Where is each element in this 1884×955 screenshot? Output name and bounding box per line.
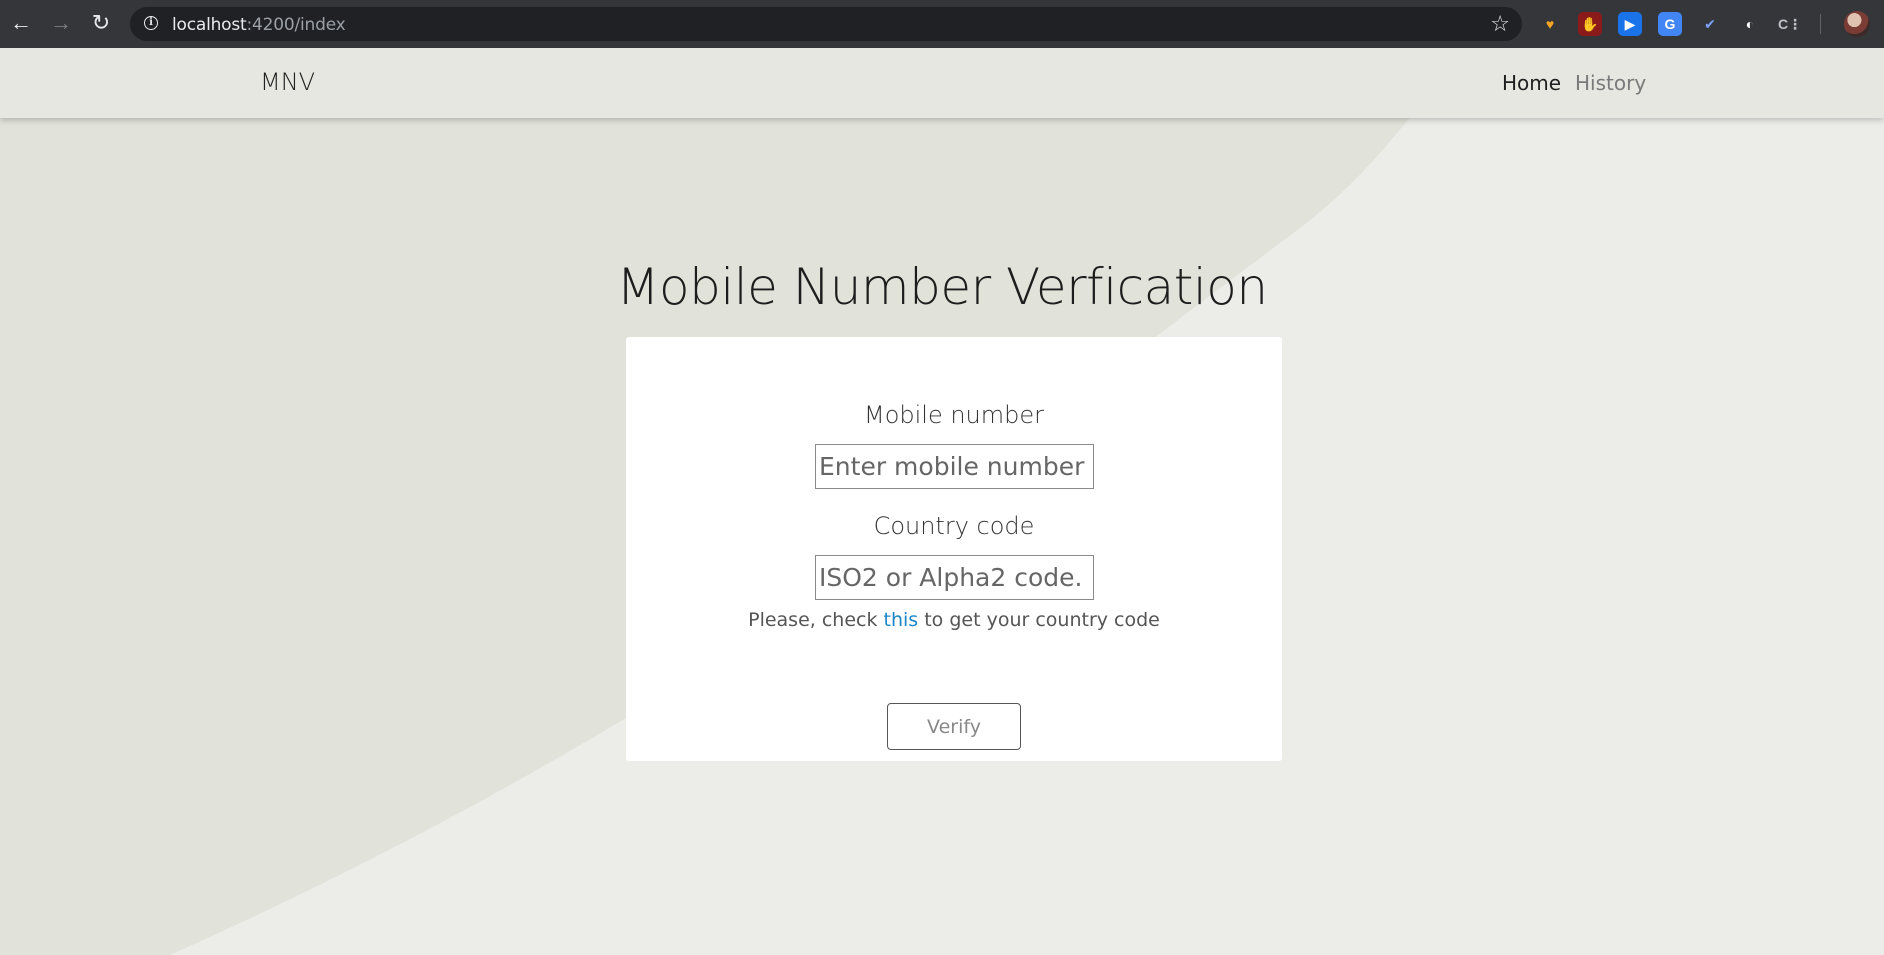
country-code-link[interactable]: this [884,609,919,631]
brand-logo[interactable]: MNV [260,68,315,96]
circle-extension-icon[interactable]: ◐ [1738,12,1762,36]
toolbar-divider [1820,14,1821,34]
mobile-number-input[interactable] [815,444,1094,489]
url-text[interactable]: localhost:4200/index [172,15,346,35]
verify-button[interactable]: Verify [887,703,1021,750]
hint-text-after: to get your country code [918,609,1160,631]
mobile-number-label: Mobile number [863,401,1045,429]
arrow-right-icon[interactable]: → [46,8,76,38]
country-code-label: Country code [873,512,1035,540]
country-code-input[interactable] [815,555,1094,600]
star-icon[interactable]: ☆ [1490,11,1510,37]
page-title: Mobile Number Verfication [616,258,1268,316]
hint-text-before: Please, check [748,609,884,631]
page: MNV Home History Mobile Number Verficati… [0,48,1884,955]
checkmark-extension-icon[interactable]: ✔ [1698,12,1722,36]
nav-link-history[interactable]: History [1575,71,1646,95]
c-extension-icon[interactable]: C⋮ [1778,12,1802,36]
screen-share-extension-icon[interactable]: ▶ [1618,12,1642,36]
info-icon[interactable]: i [144,16,158,30]
verification-form-card: Mobile number Country code Please, check… [626,337,1282,761]
hand-stop-extension-icon[interactable]: ✋ [1578,12,1602,36]
browser-toolbar: ← → ↻ i localhost:4200/index ☆ ♥ ✋ ▶ G ✔ ◐ C⋮ [0,0,1884,49]
heart-extension-icon[interactable]: ♥ [1538,12,1562,36]
translate-extension-icon[interactable]: G [1658,12,1682,36]
profile-avatar[interactable] [1844,11,1870,37]
nav-link-home[interactable]: Home [1502,71,1561,95]
country-code-hint: Please, check this to get your country c… [626,609,1282,631]
address-bar[interactable]: i localhost:4200/index ☆ [130,7,1522,41]
top-navbar: MNV Home History [0,48,1884,118]
reload-icon[interactable]: ↻ [86,8,116,38]
arrow-left-icon[interactable]: ← [6,8,36,38]
